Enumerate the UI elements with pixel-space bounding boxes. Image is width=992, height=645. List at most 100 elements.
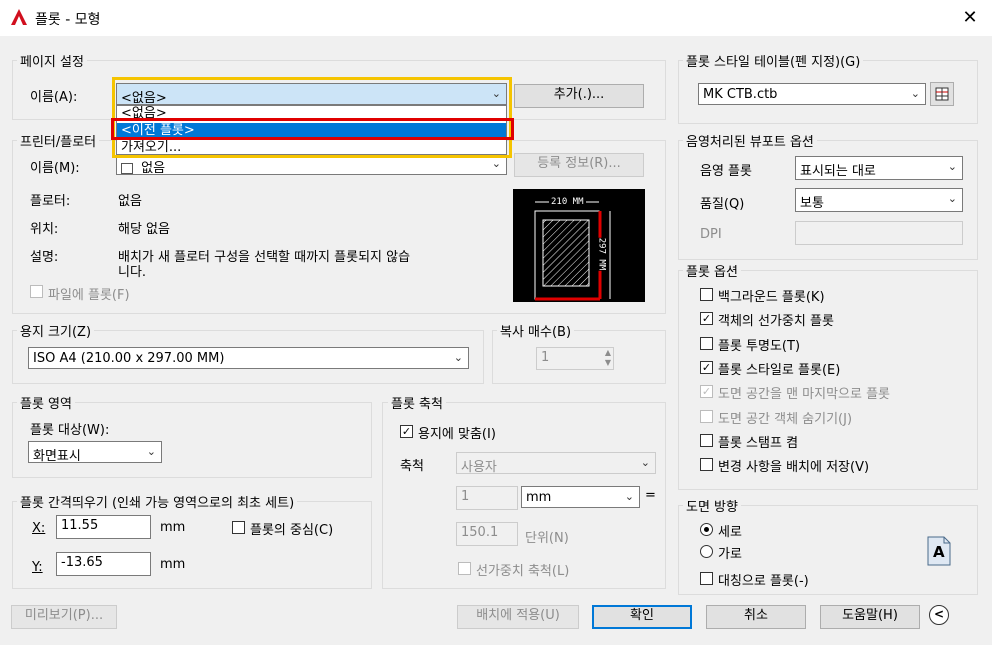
center-plot-label: 플롯의 중심(C) bbox=[250, 523, 334, 538]
scale-lineweights-checkbox[interactable] bbox=[458, 562, 471, 575]
copies-value: 1 bbox=[541, 350, 550, 365]
plot-style-value: MK CTB.ctb bbox=[703, 87, 778, 102]
scale-unit-combo[interactable]: mm ⌄ bbox=[521, 486, 640, 508]
plotter-label: 플로터: bbox=[30, 194, 71, 209]
page-setup-name-combo[interactable]: <없음> ⌄ bbox=[116, 83, 507, 105]
dpi-input[interactable] bbox=[795, 221, 963, 245]
quality-value: 보통 bbox=[800, 196, 824, 211]
location-value: 해당 없음 bbox=[118, 222, 170, 237]
scale-unit-value: mm bbox=[526, 490, 552, 505]
plot-option-checkbox[interactable]: ✓ bbox=[700, 385, 713, 399]
location-label: 위치: bbox=[30, 222, 59, 237]
chevron-down-icon: ⌄ bbox=[491, 157, 501, 170]
chevron-down-icon: ⌄ bbox=[624, 490, 634, 503]
center-plot-checkbox[interactable] bbox=[232, 521, 245, 534]
orientation-letter: A bbox=[933, 543, 945, 561]
cancel-button[interactable]: 취소 bbox=[706, 605, 806, 629]
scale-value: 사용자 bbox=[461, 460, 497, 474]
printer-group-title: 프린터/플로터 bbox=[17, 131, 100, 150]
printer-icon bbox=[121, 163, 133, 174]
plot-area-title: 플롯 영역 bbox=[17, 393, 75, 412]
shade-plot-combo[interactable]: 표시되는 대로 ⌄ bbox=[795, 156, 963, 180]
dropdown-option[interactable]: <이전 플롯> bbox=[117, 123, 506, 138]
plot-area-group bbox=[12, 402, 372, 478]
page-setup-name-label: 이름(A): bbox=[30, 90, 78, 105]
scale-lineweights-label: 선가중치 축척(L) bbox=[476, 564, 570, 579]
quality-label: 품질(Q) bbox=[700, 197, 745, 212]
plot-option-checkbox[interactable] bbox=[700, 336, 713, 350]
plot-option-checkbox[interactable]: ✓ bbox=[700, 312, 713, 326]
offset-y-unit: mm bbox=[160, 557, 186, 572]
apply-to-layout-button[interactable]: 배치에 적용(U) bbox=[457, 605, 579, 629]
dropdown-option[interactable]: 가져오기... bbox=[117, 140, 506, 155]
shaded-viewport-title: 음영처리된 뷰포트 옵션 bbox=[683, 131, 817, 150]
chevron-down-icon: ⌄ bbox=[640, 456, 650, 469]
landscape-label: 가로 bbox=[718, 547, 742, 562]
sheet-width-label: 210 MM bbox=[549, 197, 586, 207]
chevron-down-icon: ⌄ bbox=[910, 87, 920, 100]
plot-option-checkbox[interactable] bbox=[700, 458, 713, 472]
upside-down-label: 대칭으로 플롯(-) bbox=[718, 574, 809, 589]
plot-option-label: 플롯 스탬프 켬 bbox=[718, 435, 799, 451]
preview-button[interactable]: 미리보기(P)... bbox=[11, 605, 117, 629]
paper-size-title: 용지 크기(Z) bbox=[17, 321, 95, 340]
plot-to-file-checkbox[interactable] bbox=[30, 285, 43, 298]
plot-what-combo[interactable]: 화면표시 ⌄ bbox=[28, 441, 162, 463]
close-icon[interactable]: ✕ bbox=[958, 6, 982, 30]
edit-table-icon bbox=[935, 87, 949, 101]
plotter-value: 없음 bbox=[118, 194, 142, 209]
ok-button[interactable]: 확인 bbox=[592, 605, 692, 629]
plot-scale-title: 플롯 축척 bbox=[388, 393, 446, 412]
plot-to-file-label: 파일에 플롯(F) bbox=[48, 288, 130, 303]
printer-name-combo[interactable]: 없음 ⌄ bbox=[116, 153, 507, 175]
landscape-radio[interactable] bbox=[700, 545, 713, 558]
plot-option-label: 플롯 스타일로 플롯(E) bbox=[718, 362, 841, 378]
copies-stepper[interactable]: 1 ▲ ▼ bbox=[536, 347, 614, 370]
plot-offset-title: 플롯 간격띄우기 (인쇄 가능 영역으로의 최초 세트) bbox=[17, 492, 298, 511]
properties-button[interactable]: 등록 정보(R)... bbox=[514, 153, 644, 177]
scale-value1-input[interactable]: 1 bbox=[456, 486, 518, 510]
plot-what-label: 플롯 대상(W): bbox=[30, 423, 110, 438]
portrait-label: 세로 bbox=[718, 525, 742, 540]
sheet-height-label: 297 MM bbox=[596, 237, 607, 271]
scale-unit-label: 단위(N) bbox=[525, 531, 569, 546]
plot-style-combo[interactable]: MK CTB.ctb ⌄ bbox=[698, 83, 926, 105]
equals-sign: = bbox=[645, 488, 656, 503]
paper-size-combo[interactable]: ISO A4 (210.00 x 297.00 MM) ⌄ bbox=[28, 347, 469, 369]
page-setup-name-value: <없음> bbox=[121, 91, 167, 105]
portrait-radio[interactable] bbox=[700, 523, 713, 536]
offset-x-unit: mm bbox=[160, 520, 186, 535]
plot-option-checkbox[interactable] bbox=[700, 288, 713, 301]
scale-combo[interactable]: 사용자 ⌄ bbox=[456, 452, 656, 474]
window-title: 플롯 - 모형 bbox=[35, 12, 101, 28]
edit-plot-style-button[interactable] bbox=[930, 82, 954, 106]
plot-option-label: 백그라운드 플롯(K) bbox=[718, 290, 825, 305]
help-button[interactable]: 도움말(H) bbox=[820, 605, 920, 629]
fit-to-paper-checkbox[interactable]: ✓ bbox=[400, 425, 413, 438]
plot-option-checkbox[interactable] bbox=[700, 433, 713, 447]
quality-combo[interactable]: 보통 ⌄ bbox=[795, 188, 963, 212]
copies-title: 복사 매수(B) bbox=[497, 321, 575, 340]
plot-style-table-title: 플롯 스타일 테이블(펜 지정)(G) bbox=[683, 51, 864, 70]
fit-to-paper-label: 용지에 맞춤(I) bbox=[418, 427, 496, 442]
plot-option-checkbox[interactable]: ✓ bbox=[700, 360, 713, 374]
scale-label: 축척 bbox=[400, 459, 424, 474]
dropdown-option[interactable]: <없음> bbox=[117, 106, 506, 121]
dpi-label: DPI bbox=[700, 227, 722, 242]
plot-options-title: 플롯 옵션 bbox=[683, 261, 741, 280]
offset-y-input[interactable]: -13.65 bbox=[56, 552, 151, 576]
description-line-2: 니다. bbox=[118, 265, 147, 280]
paper-size-value: ISO A4 (210.00 x 297.00 MM) bbox=[33, 351, 225, 366]
add-page-setup-button[interactable]: 추가(.)... bbox=[514, 84, 644, 108]
scale-value2-input[interactable]: 150.1 bbox=[456, 522, 518, 546]
offset-x-input[interactable]: 11.55 bbox=[56, 515, 151, 539]
plot-option-label: 변경 사항을 배치에 저장(V) bbox=[718, 460, 870, 476]
plot-option-label: 도면 공간을 맨 마지막으로 플롯 bbox=[718, 387, 891, 403]
plot-option-label: 도면 공간 객체 숨기기(J) bbox=[718, 411, 853, 427]
chevron-down-icon: ⌄ bbox=[947, 192, 957, 205]
spinner-arrows-icon[interactable]: ▲ ▼ bbox=[605, 348, 611, 368]
upside-down-checkbox[interactable] bbox=[700, 572, 713, 585]
offset-x-label: X: bbox=[32, 521, 46, 536]
collapse-icon[interactable]: < bbox=[929, 605, 949, 625]
plot-option-checkbox[interactable] bbox=[700, 409, 713, 423]
